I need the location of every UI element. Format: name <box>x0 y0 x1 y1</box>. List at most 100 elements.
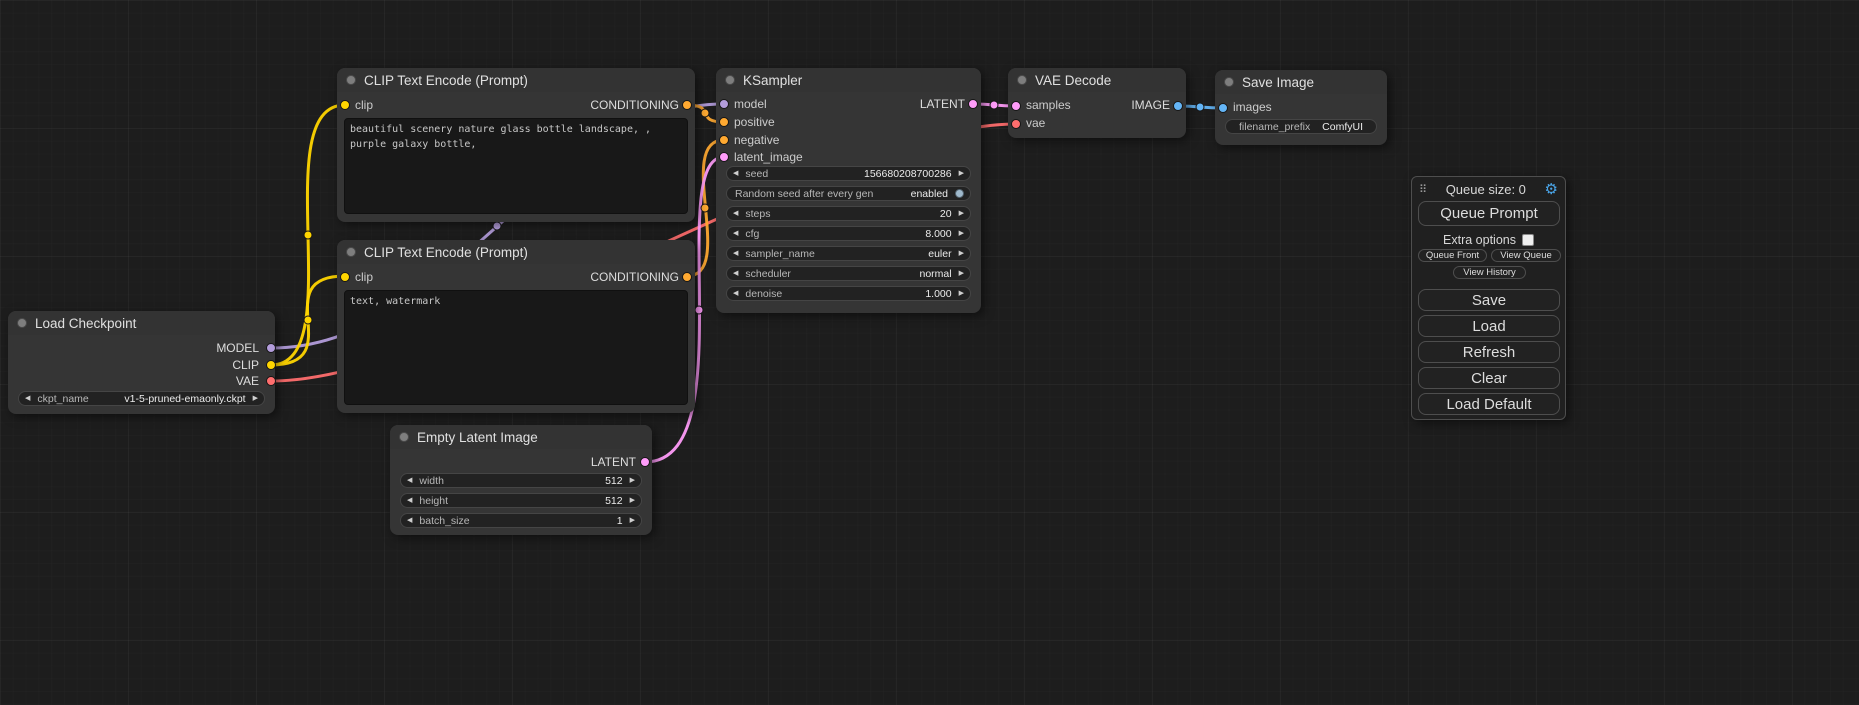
collapse-dot-icon[interactable] <box>17 318 27 328</box>
widget-name: cfg <box>745 228 759 240</box>
load-default-button[interactable]: Load Default <box>1418 393 1560 415</box>
output-label-model: MODEL <box>216 340 259 357</box>
input-slot-negative[interactable] <box>719 135 729 145</box>
node-clip-text-encode-negative[interactable]: CLIP Text Encode (Prompt) clip CONDITION… <box>337 240 695 413</box>
widget-sampler-name[interactable]: ◀ sampler_name euler ▶ <box>726 246 971 261</box>
output-label-conditioning: CONDITIONING <box>590 269 679 286</box>
refresh-button[interactable]: Refresh <box>1418 341 1560 363</box>
node-header[interactable]: VAE Decode <box>1008 68 1186 92</box>
widget-batch-size[interactable]: ◀ batch_size 1 ▶ <box>400 513 642 528</box>
decrement-arrow-icon[interactable]: ◀ <box>733 270 738 277</box>
widget-denoise[interactable]: ◀ denoise 1.000 ▶ <box>726 286 971 301</box>
widget-name: ckpt_name <box>37 393 88 405</box>
prompt-textarea[interactable]: text, watermark <box>344 290 688 405</box>
collapse-dot-icon[interactable] <box>1224 77 1234 87</box>
output-slot-conditioning[interactable] <box>682 100 692 110</box>
widget-cfg[interactable]: ◀ cfg 8.000 ▶ <box>726 226 971 241</box>
increment-arrow-icon[interactable]: ▶ <box>959 250 964 257</box>
node-header[interactable]: Save Image <box>1215 70 1387 94</box>
queue-front-button[interactable]: Queue Front <box>1418 249 1487 262</box>
increment-arrow-icon[interactable]: ▶ <box>959 270 964 277</box>
widget-value: euler <box>928 248 951 260</box>
clear-button[interactable]: Clear <box>1418 367 1560 389</box>
input-slot-clip[interactable] <box>340 272 350 282</box>
extra-options-row: Extra options <box>1412 232 1565 248</box>
node-load-checkpoint[interactable]: Load Checkpoint MODEL CLIP VAE ◀ ckpt_na… <box>8 311 275 414</box>
drag-handle-icon[interactable]: ⠿ <box>1419 183 1427 196</box>
widget-name: Random seed after every gen <box>735 188 873 200</box>
decrement-arrow-icon[interactable]: ◀ <box>407 477 412 484</box>
node-save-image[interactable]: Save Image images filename_prefix ComfyU… <box>1215 70 1387 145</box>
output-slot-clip[interactable] <box>266 360 276 370</box>
link-midpoint-dot <box>304 231 312 239</box>
increment-arrow-icon[interactable]: ▶ <box>959 170 964 177</box>
extra-options-checkbox[interactable] <box>1522 234 1534 246</box>
save-button[interactable]: Save <box>1418 289 1560 311</box>
output-slot-model[interactable] <box>266 343 276 353</box>
output-slot-vae[interactable] <box>266 376 276 386</box>
load-button[interactable]: Load <box>1418 315 1560 337</box>
widget-height[interactable]: ◀ height 512 ▶ <box>400 493 642 508</box>
increment-arrow-icon[interactable]: ▶ <box>959 210 964 217</box>
increment-arrow-icon[interactable]: ▶ <box>630 497 635 504</box>
settings-gear-icon[interactable]: ⚙ <box>1545 182 1558 197</box>
decrement-arrow-icon[interactable]: ◀ <box>733 170 738 177</box>
node-header[interactable]: CLIP Text Encode (Prompt) <box>337 240 695 264</box>
input-slot-model[interactable] <box>719 99 729 109</box>
input-slot-clip[interactable] <box>340 100 350 110</box>
input-slot-vae[interactable] <box>1011 119 1021 129</box>
decrement-arrow-icon[interactable]: ◀ <box>733 290 738 297</box>
link-midpoint-dot <box>701 109 709 117</box>
output-slot-latent[interactable] <box>640 457 650 467</box>
output-slot-latent[interactable] <box>968 99 978 109</box>
node-header[interactable]: Empty Latent Image <box>390 425 652 449</box>
input-slot-positive[interactable] <box>719 117 729 127</box>
input-label-clip: clip <box>355 97 373 114</box>
widget-filename-prefix[interactable]: filename_prefix ComfyUI <box>1225 119 1377 134</box>
node-clip-text-encode-positive[interactable]: CLIP Text Encode (Prompt) clip CONDITION… <box>337 68 695 222</box>
widget-value: 512 <box>605 495 623 507</box>
increment-arrow-icon[interactable]: ▶ <box>959 290 964 297</box>
toggle-indicator-icon[interactable] <box>955 189 964 198</box>
collapse-dot-icon[interactable] <box>346 247 356 257</box>
collapse-dot-icon[interactable] <box>725 75 735 85</box>
widget-steps[interactable]: ◀ steps 20 ▶ <box>726 206 971 221</box>
collapse-dot-icon[interactable] <box>346 75 356 85</box>
widget-scheduler[interactable]: ◀ scheduler normal ▶ <box>726 266 971 281</box>
decrement-arrow-icon[interactable]: ◀ <box>407 517 412 524</box>
queue-prompt-button[interactable]: Queue Prompt <box>1418 201 1560 226</box>
widget-ckpt-name[interactable]: ◀ ckpt_name v1-5-pruned-emaonly.ckpt ▶ <box>18 391 265 406</box>
collapse-dot-icon[interactable] <box>399 432 409 442</box>
increment-arrow-icon[interactable]: ▶ <box>959 230 964 237</box>
node-graph-canvas[interactable]: Load Checkpoint MODEL CLIP VAE ◀ ckpt_na… <box>0 0 1859 705</box>
node-header[interactable]: Load Checkpoint <box>8 311 275 335</box>
decrement-arrow-icon[interactable]: ◀ <box>25 395 30 402</box>
input-slot-latent-image[interactable] <box>719 152 729 162</box>
widget-random-seed-toggle[interactable]: Random seed after every gen enabled <box>726 186 971 201</box>
decrement-arrow-icon[interactable]: ◀ <box>733 230 738 237</box>
view-queue-button[interactable]: View Queue <box>1491 249 1561 262</box>
node-ksampler[interactable]: KSampler model positive negative latent_… <box>716 68 981 313</box>
input-slot-samples[interactable] <box>1011 101 1021 111</box>
widget-seed[interactable]: ◀ seed 156680208700286 ▶ <box>726 166 971 181</box>
increment-arrow-icon[interactable]: ▶ <box>253 395 258 402</box>
input-slot-images[interactable] <box>1218 103 1228 113</box>
decrement-arrow-icon[interactable]: ◀ <box>733 210 738 217</box>
node-header[interactable]: CLIP Text Encode (Prompt) <box>337 68 695 92</box>
node-empty-latent-image[interactable]: Empty Latent Image LATENT ◀ width 512 ▶ … <box>390 425 652 535</box>
collapse-dot-icon[interactable] <box>1017 75 1027 85</box>
widget-value: normal <box>920 268 952 280</box>
prompt-textarea[interactable]: beautiful scenery nature glass bottle la… <box>344 118 688 214</box>
input-label-clip: clip <box>355 269 373 286</box>
output-slot-conditioning[interactable] <box>682 272 692 282</box>
node-header[interactable]: KSampler <box>716 68 981 92</box>
input-label-samples: samples <box>1026 97 1071 114</box>
decrement-arrow-icon[interactable]: ◀ <box>733 250 738 257</box>
decrement-arrow-icon[interactable]: ◀ <box>407 497 412 504</box>
node-vae-decode[interactable]: VAE Decode samples vae IMAGE <box>1008 68 1186 138</box>
increment-arrow-icon[interactable]: ▶ <box>630 517 635 524</box>
output-slot-image[interactable] <box>1173 101 1183 111</box>
increment-arrow-icon[interactable]: ▶ <box>630 477 635 484</box>
widget-width[interactable]: ◀ width 512 ▶ <box>400 473 642 488</box>
view-history-button[interactable]: View History <box>1453 266 1526 279</box>
